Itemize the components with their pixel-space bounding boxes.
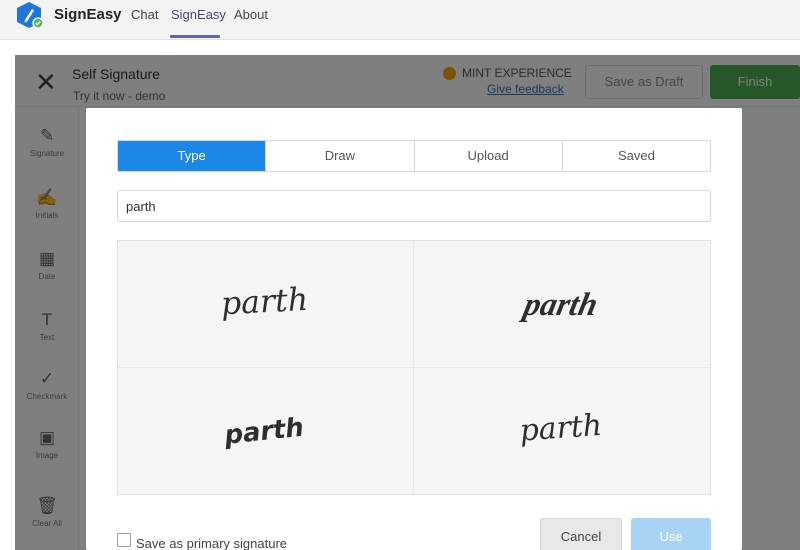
cancel-button[interactable]: Cancel [540,518,622,550]
signature-mode-tabs: Type Draw Upload Saved [117,140,711,172]
tab-saved[interactable]: Saved [561,141,710,171]
primary-signature-label: Save as primary signature [136,536,288,550]
teams-app-bar: SignEasy Chat SignEasy About [0,0,800,40]
signature-preview-3: parth [222,412,305,450]
tab-about[interactable]: About [234,7,268,22]
signeasy-logo-icon [17,2,44,29]
signature-option-3[interactable]: parth [118,367,414,494]
signature-option-1[interactable]: parth [118,241,414,368]
tab-signeasy[interactable]: SignEasy [171,7,226,22]
signature-option-4[interactable]: parth [414,368,710,495]
signature-name-input[interactable] [117,190,711,222]
tab-chat[interactable]: Chat [131,7,158,22]
tab-draw[interactable]: Draw [265,141,414,171]
tab-upload[interactable]: Upload [413,141,562,171]
tab-type[interactable]: Type [118,141,266,171]
svg-text:parth: parth [518,287,601,323]
use-button[interactable]: Use [631,518,711,550]
signature-option-2[interactable]: parth [414,241,710,368]
svg-text:parth: parth [222,412,305,450]
signature-preview-2: parth [518,287,601,323]
svg-text:parth: parth [518,407,603,448]
svg-text:parth: parth [220,282,309,323]
signature-style-grid: parth parth parth parth [117,240,711,495]
app-name: SignEasy [54,6,122,23]
signature-preview-1: parth [220,282,309,323]
signature-preview-4: parth [518,407,603,448]
active-tab-indicator [170,35,220,38]
primary-signature-checkbox[interactable] [117,533,131,547]
signature-modal: Type Draw Upload Saved parth parth parth… [86,108,742,550]
